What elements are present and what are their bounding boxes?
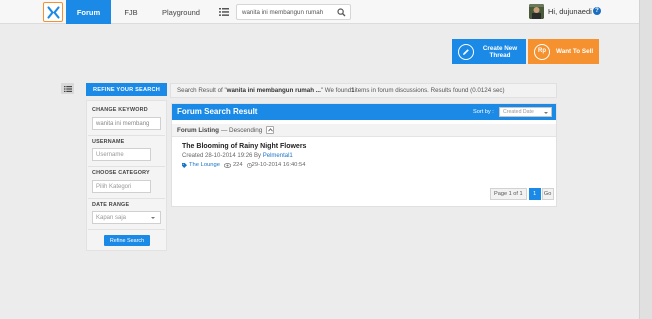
create-thread-button[interactable]: Create New Thread <box>452 39 526 64</box>
keyword-input[interactable]: wanita ini membang <box>92 117 161 130</box>
help-icon[interactable]: ? <box>593 7 601 15</box>
thread-meta: Created 28-10-2014 19:26 By Pelmental1 <box>182 153 542 159</box>
username-input[interactable]: Username <box>92 148 151 161</box>
sort-value: Created Date <box>503 109 534 115</box>
summary-query: wanita ini membangun rumah ... <box>226 87 321 94</box>
page-number-button[interactable]: 1 <box>528 188 541 200</box>
summary-middle: " We found <box>320 87 352 94</box>
search-icon[interactable] <box>337 8 346 17</box>
refine-sidebar: CHANGE KEYWORD wanita ini membang USERNA… <box>86 100 167 251</box>
menu-icon[interactable] <box>218 6 230 18</box>
category-input[interactable]: Pilih Kategori <box>92 180 151 193</box>
create-thread-label: Create New Thread <box>482 44 518 59</box>
summary-suffix: items in forum discussions. Results foun… <box>354 87 505 94</box>
results-header: Forum Search Result Sort by : Created Da… <box>172 104 556 120</box>
search-box <box>236 4 351 20</box>
chevron-down-icon <box>151 217 155 219</box>
chevron-down-icon <box>544 111 548 114</box>
pencil-icon <box>458 43 474 60</box>
refine-search-button[interactable]: Refine Search <box>104 235 150 246</box>
category-label: CHOOSE CATEGORY <box>92 170 150 176</box>
listing-order: — Descending <box>220 126 263 134</box>
refine-search-header: REFINE YOUR SEARCH <box>86 83 167 96</box>
thread-author[interactable]: Pelmental1 <box>263 153 293 159</box>
tab-fjb[interactable]: FJB <box>115 0 147 24</box>
date-range-value: Kapan saja <box>96 214 127 221</box>
last-post-time: 29-10-2014 16:40:54 <box>251 162 306 168</box>
divider <box>88 198 165 199</box>
thread-category-link[interactable]: The Lounge <box>189 162 220 168</box>
divider <box>88 166 165 167</box>
list-icon <box>63 85 72 92</box>
summary-prefix: Search Result of " <box>177 87 227 94</box>
listing-label: Forum Listing <box>177 126 219 134</box>
logo-icon <box>46 5 60 19</box>
search-summary: Search Result of " wanita ini membangun r… <box>170 83 557 98</box>
tab-playground[interactable]: Playground <box>151 0 211 24</box>
want-to-sell-label: Want To Sell <box>556 48 594 55</box>
views-count: 224 <box>232 162 243 168</box>
last-post-stat: 29-10-2014 16:40:54 <box>246 162 306 168</box>
thread-tags: The Lounge 224 29-10-2014 16:40:54 <box>182 162 542 168</box>
listing-bar: Forum Listing — Descending <box>172 124 556 137</box>
scrollbar[interactable] <box>639 0 652 319</box>
list-view-toggle[interactable] <box>61 83 74 94</box>
divider <box>88 135 165 136</box>
want-to-sell-button[interactable]: Rp Want To Sell <box>528 39 599 64</box>
divider <box>88 229 165 230</box>
date-range-label: DATE RANGE <box>92 202 130 208</box>
date-range-select[interactable]: Kapan saja <box>92 211 161 224</box>
thread-created: Created 28-10-2014 19:26 By <box>182 153 263 159</box>
views-stat: 224 <box>223 162 243 168</box>
rupiah-icon: Rp <box>534 43 550 60</box>
tag-icon <box>182 162 187 168</box>
search-input[interactable] <box>242 7 334 18</box>
collapse-icon[interactable] <box>266 126 275 134</box>
pagination: Page 1 of 1 1 Go <box>490 188 554 200</box>
go-button[interactable]: Go <box>541 188 554 200</box>
kaskus-logo[interactable] <box>43 2 63 22</box>
sort-label: Sort by : <box>473 109 494 115</box>
eye-icon <box>223 162 231 168</box>
top-navbar: Forum FJB Playground Hi, dujunaedi ? <box>0 0 652 24</box>
username-label: USERNAME <box>92 139 125 145</box>
list-item: The Blooming of Rainy Night Flowers Crea… <box>182 143 542 168</box>
tab-forum[interactable]: Forum <box>66 0 111 24</box>
thread-title[interactable]: The Blooming of Rainy Night Flowers <box>182 143 542 150</box>
user-greeting[interactable]: Hi, dujunaedi <box>548 7 592 16</box>
keyword-label: CHANGE KEYWORD <box>92 107 148 113</box>
sort-select[interactable]: Created Date <box>499 107 552 117</box>
page-info: Page 1 of 1 <box>490 188 527 200</box>
results-title: Forum Search Result <box>177 107 258 116</box>
avatar[interactable] <box>529 4 544 19</box>
